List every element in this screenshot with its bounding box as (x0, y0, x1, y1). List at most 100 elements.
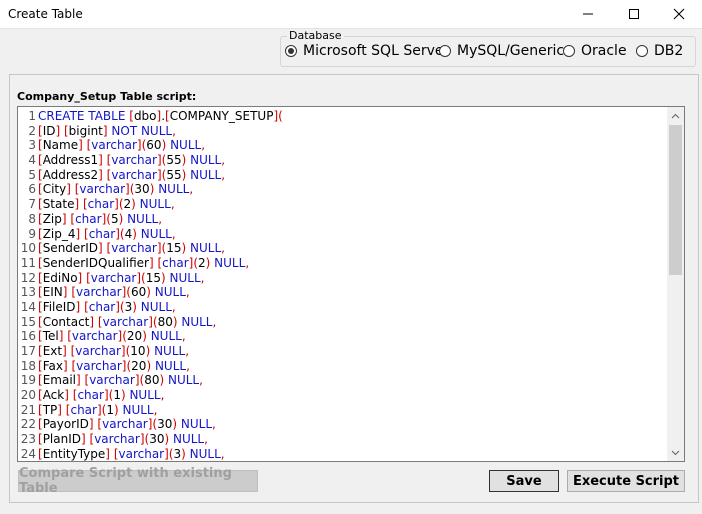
code-token: EIN (42, 285, 63, 300)
radio-mysql[interactable]: MySQL/Generic (439, 43, 564, 59)
code-token: NULL (164, 373, 200, 388)
code-token: , (199, 373, 203, 388)
code-token: Zip_4 (42, 226, 76, 241)
line-number: 18 (20, 358, 36, 373)
scrollbar-thumb[interactable] (669, 125, 682, 275)
code-token: 15 (145, 270, 162, 285)
code-token: Name (42, 138, 79, 153)
code-token: ]( (136, 138, 147, 153)
line-number: 23 (20, 432, 36, 447)
script-editor[interactable]: 1 CREATE TABLE [dbo].[COMPANY_SETUP](2 [ID… (17, 106, 685, 462)
code-token: 2 (198, 255, 206, 270)
radio-label: DB2 (654, 43, 684, 59)
code-token: ] (81, 432, 86, 447)
radio-circle[interactable] (563, 45, 575, 57)
code-token: char (70, 402, 97, 417)
line-number: 2 (28, 123, 36, 138)
script-line: 20 [Ack] [char](1) NULL, (18, 388, 666, 403)
code-token: , (181, 329, 186, 344)
code-token: NULL (186, 167, 222, 182)
vertical-scrollbar[interactable] (667, 107, 684, 461)
code-token: , (200, 270, 205, 285)
code-token: ]( (115, 299, 125, 314)
script-line: 4 [Address1] [varchar](55) NULL, (18, 153, 666, 168)
script-line: 22 [PayorID] [varchar](30) NULL, (18, 417, 666, 432)
code-token: varchar (94, 432, 140, 447)
code-token: Zip (42, 211, 62, 226)
code-token: NULL (125, 388, 161, 403)
code-token: varchar (76, 358, 122, 373)
script-line: 14 [FileID] [char](3) NULL, (18, 300, 666, 315)
radio-circle[interactable] (636, 45, 648, 57)
code-token: , (221, 241, 225, 256)
script-line: 21 [TP] [char](1) NULL, (18, 403, 666, 418)
code-token: , (185, 344, 190, 358)
compare-script-button[interactable]: Compare Script with existing Table (18, 466, 258, 496)
code-token: PlanID (42, 432, 81, 447)
radio-oracle[interactable]: Oracle (563, 43, 627, 59)
code-token: NULL (135, 197, 171, 212)
code-token: bigint (68, 123, 103, 138)
line-number: 13 (20, 285, 36, 300)
code-token: ] (88, 417, 94, 432)
code-token: 60 (131, 285, 147, 300)
code-token: varchar (91, 138, 137, 153)
code-token: FileID (42, 299, 76, 314)
code-token: ]( (147, 417, 158, 432)
radio-selected-dot (288, 48, 294, 54)
code-token: ]( (103, 388, 114, 403)
code-token: varchar (75, 344, 121, 358)
code-token: 60 (146, 138, 162, 153)
code-token: NULL (185, 446, 221, 461)
code-token: 55 (166, 153, 182, 168)
script-line: 17 [Ext] [varchar](10) NULL, (18, 344, 666, 359)
code-token: ]( (114, 197, 124, 212)
code-token: NULL (177, 417, 213, 432)
radio-circle[interactable] (285, 45, 297, 57)
code-token: City (42, 182, 67, 197)
code-token: CREATE TABLE (38, 109, 126, 123)
code-token: 80 (144, 373, 160, 388)
line-number: 22 (20, 417, 36, 432)
execute-script-button[interactable]: Execute Script (567, 470, 685, 492)
script-line: 2 [ID] [bigint] NOT NULL, (18, 124, 666, 139)
script-line: 12 [EdiNo] [varchar](15) NULL, (18, 271, 666, 286)
code-token: , (201, 138, 206, 153)
scroll-up-button[interactable] (667, 107, 684, 124)
line-number: 6 (28, 182, 36, 197)
code-token: ] (98, 241, 103, 256)
radio-db2[interactable]: DB2 (636, 43, 683, 59)
maximize-button[interactable] (611, 0, 657, 28)
line-number: 5 (28, 167, 36, 182)
script-line: 16 [Tel] [varchar](20) NULL, (18, 329, 666, 344)
code-token: TP (42, 402, 58, 417)
minimize-button[interactable] (565, 0, 611, 28)
window-title: Create Table (8, 7, 83, 21)
radio-mssql[interactable]: Microsoft SQL Server (285, 43, 449, 59)
code-token: varchar (111, 167, 157, 182)
code-token: 5 (110, 211, 119, 226)
line-number: 20 (20, 388, 36, 403)
code-token: varchar (90, 270, 137, 285)
code-token: State (42, 197, 75, 212)
close-button[interactable] (656, 0, 702, 28)
code-token: Ext (42, 344, 63, 358)
line-number: 9 (28, 226, 36, 241)
code-token: Tel (42, 329, 59, 344)
script-line: 13 [EIN] [varchar](60) NULL, (18, 285, 666, 300)
code-token: 20 (131, 358, 147, 373)
code-token: Contact (42, 314, 90, 329)
code-token: EntityType (42, 446, 106, 461)
code-token: EdiNo (42, 270, 78, 285)
code-token: , (220, 446, 225, 461)
line-number: 14 (20, 299, 36, 314)
code-token: , (189, 182, 194, 197)
save-button[interactable]: Save (489, 470, 559, 492)
scroll-down-button[interactable] (667, 444, 684, 461)
database-group-label: Database (287, 29, 344, 42)
code-token: , (185, 285, 190, 300)
code-token: ]( (139, 432, 150, 447)
script-line: 3 [Name] [varchar](60) NULL, (18, 138, 666, 153)
radio-circle[interactable] (439, 45, 451, 57)
line-number: 16 (20, 329, 36, 344)
